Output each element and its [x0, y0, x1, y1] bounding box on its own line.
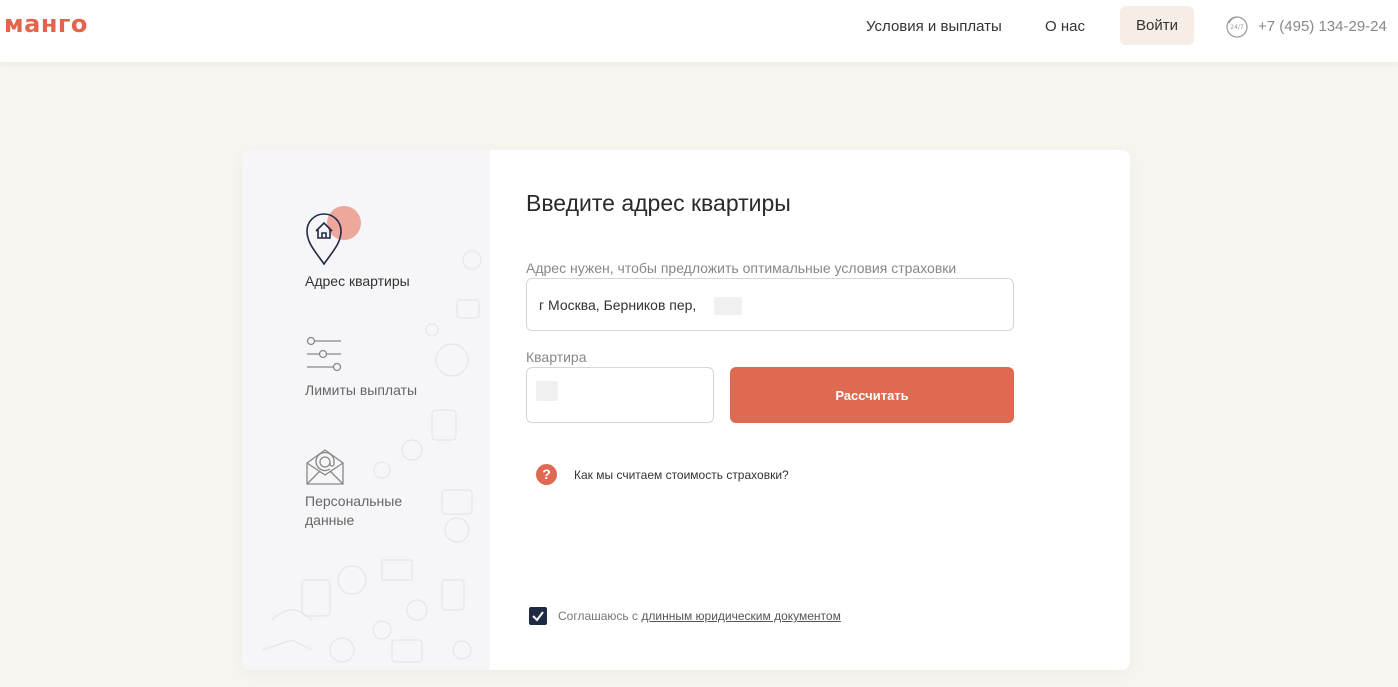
- home-pin-icon: [306, 206, 361, 266]
- sliders-icon: [306, 336, 342, 372]
- help-link[interactable]: Как мы считаем стоимость страховки?: [574, 468, 789, 482]
- step-address[interactable]: Адрес квартиры: [305, 206, 410, 289]
- address-input[interactable]: [526, 278, 1014, 331]
- header: манго Условия и выплаты О нас Войти 24/7…: [0, 0, 1398, 62]
- step-personal[interactable]: Персональные данные: [305, 447, 402, 528]
- calculate-button[interactable]: Рассчитать: [730, 367, 1014, 423]
- agreement-link[interactable]: длинным юридическим документом: [641, 609, 840, 623]
- step-personal-label: Персональные данные: [305, 493, 403, 528]
- question-icon[interactable]: ?: [536, 464, 557, 485]
- form-card: Адрес квартиры Лимиты выплаты Персональн…: [242, 150, 1130, 670]
- phone-number[interactable]: +7 (495) 134-29-24: [1258, 18, 1387, 35]
- form-title: Введите адрес квартиры: [526, 190, 791, 216]
- nav-terms-link[interactable]: Условия и выплаты: [866, 18, 1002, 35]
- step-limits[interactable]: Лимиты выплаты: [305, 336, 417, 398]
- checkmark-icon: [532, 611, 544, 622]
- address-hint: Адрес нужен, чтобы предложить оптимальны…: [526, 260, 957, 276]
- agree-prefix: Соглашаюсь с: [558, 609, 642, 623]
- apartment-label: Квартира: [526, 349, 587, 365]
- decorative-pattern: [261, 250, 482, 663]
- redacted-mask: [536, 381, 558, 401]
- login-button[interactable]: Войти: [1120, 6, 1194, 45]
- agree-text: Соглашаюсь с длинным юридическим докумен…: [558, 609, 841, 623]
- support-badge-text: 24/7: [1230, 24, 1244, 31]
- redacted-mask: [714, 297, 742, 315]
- support-24-7-icon: 24/7: [1226, 16, 1248, 38]
- agree-checkbox[interactable]: [529, 607, 547, 625]
- envelope-at-icon: [306, 449, 344, 485]
- step-address-label: Адрес квартиры: [305, 273, 410, 289]
- logo[interactable]: манго: [4, 10, 88, 38]
- steps-sidebar: Адрес квартиры Лимиты выплаты Персональн…: [242, 150, 490, 670]
- nav-about-link[interactable]: О нас: [1045, 18, 1085, 35]
- step-limits-label: Лимиты выплаты: [305, 382, 418, 398]
